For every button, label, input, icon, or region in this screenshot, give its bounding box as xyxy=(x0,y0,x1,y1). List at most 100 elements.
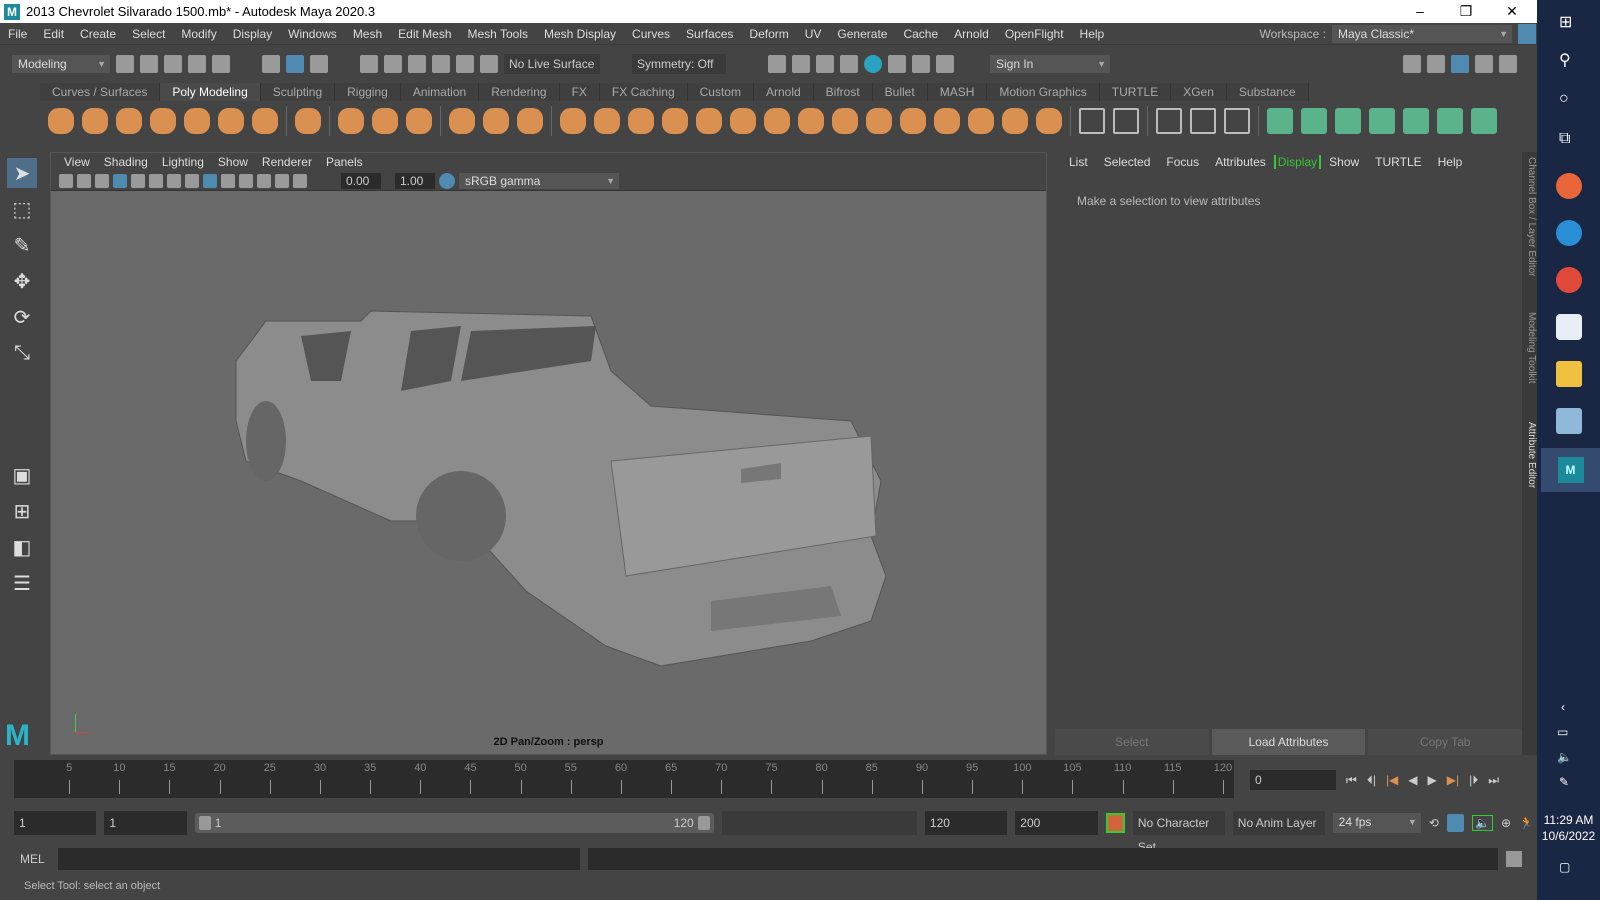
lights-icon[interactable] xyxy=(239,173,253,188)
four-view-icon[interactable]: ⊞ xyxy=(7,496,37,526)
shelf-tab-bullet[interactable]: Bullet xyxy=(872,83,928,101)
select-tool-icon[interactable]: ➤ xyxy=(7,158,37,188)
viewport-menu-lighting[interactable]: Lighting xyxy=(155,155,211,169)
snap-pivot-icon[interactable] xyxy=(480,54,498,73)
smooth-shade-icon[interactable] xyxy=(203,173,217,188)
menu-modify[interactable]: Modify xyxy=(173,27,224,41)
end-time-field[interactable]: 200 xyxy=(1015,811,1098,835)
shelf-tab-poly-modeling[interactable]: Poly Modeling xyxy=(160,83,261,101)
step-forward-key-icon[interactable]: |⏵ xyxy=(1469,773,1478,788)
minimize-button[interactable]: – xyxy=(1397,0,1443,23)
notepad-icon[interactable] xyxy=(1556,408,1582,434)
bridge-icon[interactable] xyxy=(764,108,790,134)
super-shape-icon[interactable] xyxy=(338,108,364,134)
select-uv-icon[interactable] xyxy=(1369,108,1395,134)
animation-prefs-icon[interactable]: 🏃 xyxy=(1519,816,1534,830)
poly-torus-icon[interactable] xyxy=(184,108,210,134)
store-icon[interactable] xyxy=(1556,314,1582,340)
edge-loop-icon[interactable] xyxy=(1156,108,1182,134)
poly-disc-icon[interactable] xyxy=(252,108,278,134)
task-view-icon[interactable]: ⧉ xyxy=(1559,130,1570,148)
shelf-tab-rigging[interactable]: Rigging xyxy=(335,83,401,101)
color-management-icon[interactable] xyxy=(439,172,455,189)
menu-generate[interactable]: Generate xyxy=(829,27,895,41)
step-forward-frame-icon[interactable]: ▶| xyxy=(1447,773,1459,787)
render-view-icon[interactable] xyxy=(768,54,786,73)
poly-plane-icon[interactable] xyxy=(218,108,244,134)
live-surface-field[interactable]: No Live Surface xyxy=(504,53,600,74)
current-frame-field[interactable]: 0 xyxy=(1250,770,1336,790)
menu-mesh-display[interactable]: Mesh Display xyxy=(536,27,624,41)
bevel-icon[interactable] xyxy=(730,108,756,134)
separate-icon[interactable] xyxy=(594,108,620,134)
rotate-tool-icon[interactable]: ⟳ xyxy=(7,302,37,332)
shelf-tab-animation[interactable]: Animation xyxy=(400,83,480,101)
pan-zoom-icon[interactable] xyxy=(113,173,127,188)
snap-curve-icon[interactable] xyxy=(384,54,402,73)
menu-openflight[interactable]: OpenFlight xyxy=(997,27,1072,41)
menu-windows[interactable]: Windows xyxy=(280,27,345,41)
wedge-icon[interactable] xyxy=(968,108,994,134)
maximize-button[interactable]: ❐ xyxy=(1443,0,1489,23)
attr-menu-focus[interactable]: Focus xyxy=(1158,155,1207,169)
attribute-editor-icon[interactable] xyxy=(1451,54,1469,73)
select-cube-icon[interactable] xyxy=(1267,108,1293,134)
insert-loop-icon[interactable] xyxy=(1190,108,1216,134)
xray-icon[interactable] xyxy=(293,173,307,188)
chrome-icon[interactable] xyxy=(1556,267,1582,293)
extrude-icon[interactable] xyxy=(696,108,722,134)
outliner-icon[interactable]: ☰ xyxy=(7,568,37,598)
edge-icon[interactable] xyxy=(1556,220,1582,246)
attr-menu-display[interactable]: Display xyxy=(1273,155,1322,169)
modeling-toolkit-icon[interactable] xyxy=(1403,54,1421,73)
menu-curves[interactable]: Curves xyxy=(624,27,678,41)
search-icon[interactable]: ⚲ xyxy=(1559,50,1571,70)
go-to-end-icon[interactable]: ⏭ xyxy=(1488,773,1499,788)
auto-key-icon[interactable] xyxy=(1105,813,1125,833)
single-perspective-icon[interactable]: ▣ xyxy=(7,460,37,490)
select-object-icon[interactable] xyxy=(286,54,304,73)
save-scene-icon[interactable] xyxy=(164,54,182,73)
sound-icon[interactable]: 🔈 xyxy=(1472,815,1493,831)
shelf-tab-fx[interactable]: FX xyxy=(559,83,600,101)
undo-icon[interactable] xyxy=(188,54,206,73)
snap-surface-icon[interactable] xyxy=(456,54,474,73)
snap-view-icon[interactable] xyxy=(432,54,450,73)
file-explorer-icon[interactable] xyxy=(1556,361,1582,387)
append-icon[interactable] xyxy=(798,108,824,134)
render-setup-icon[interactable] xyxy=(888,54,906,73)
select-button[interactable]: Select xyxy=(1055,729,1209,755)
sculpt-tool-icon[interactable] xyxy=(449,108,475,134)
circularize-icon[interactable] xyxy=(1002,108,1028,134)
viewport-menu-renderer[interactable]: Renderer xyxy=(255,155,319,169)
character-set-dropdown[interactable]: No Character Set xyxy=(1132,811,1225,854)
windows-start-icon[interactable]: ⊞ xyxy=(1559,12,1572,32)
viewport-menu-view[interactable]: View xyxy=(57,155,97,169)
shelf-tab-substance[interactable]: Substance xyxy=(1226,83,1309,101)
menu-file[interactable]: File xyxy=(0,27,35,41)
textured-icon[interactable] xyxy=(221,173,235,188)
menu-help[interactable]: Help xyxy=(1072,27,1113,41)
svg-icon[interactable] xyxy=(406,108,432,134)
shelf-tab-xgen[interactable]: XGen xyxy=(1171,83,1227,101)
play-forward-icon[interactable]: ▶ xyxy=(1428,773,1437,787)
poly-cone-icon[interactable] xyxy=(150,108,176,134)
offset-loop-icon[interactable] xyxy=(1224,108,1250,134)
shadows-icon[interactable] xyxy=(257,173,271,188)
go-to-start-icon[interactable]: ⏮ xyxy=(1346,773,1357,788)
maya-taskbar-item[interactable]: M xyxy=(1541,448,1600,492)
freeze-transform-icon[interactable] xyxy=(517,108,543,134)
attr-menu-attributes[interactable]: Attributes xyxy=(1207,155,1274,169)
loop-icon[interactable]: ⟲ xyxy=(1429,816,1439,830)
poly-cylinder-icon[interactable] xyxy=(116,108,142,134)
pen-icon[interactable]: ✎ xyxy=(1559,775,1569,789)
new-scene-icon[interactable] xyxy=(116,54,134,73)
load-attributes-button[interactable]: Load Attributes xyxy=(1211,729,1366,755)
attr-menu-show[interactable]: Show xyxy=(1321,155,1367,169)
bevel-edge-icon[interactable] xyxy=(934,108,960,134)
clock[interactable]: 11:29 AM 10/6/2022 xyxy=(1537,812,1600,844)
target-weld-icon[interactable] xyxy=(866,108,892,134)
side-tab-channel-box-layer-editor[interactable]: Channel Box / Layer Editor xyxy=(1522,157,1537,277)
cortana-icon[interactable]: ○ xyxy=(1559,90,1569,108)
shelf-tab-rendering[interactable]: Rendering xyxy=(479,83,560,101)
